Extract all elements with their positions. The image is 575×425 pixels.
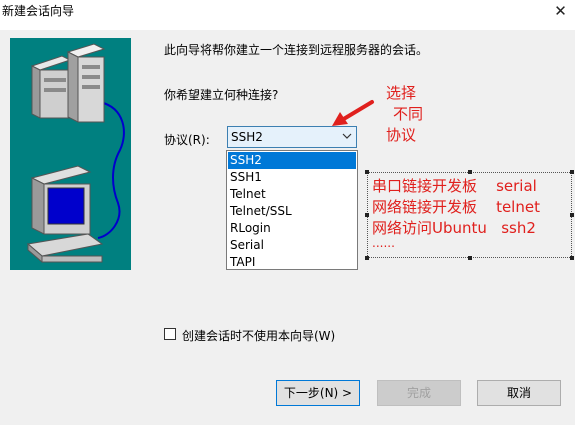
wizard-illustration-panel: [10, 38, 131, 270]
protocol-option-ssh1[interactable]: SSH1: [228, 169, 356, 186]
computer-network-icon: [26, 43, 125, 264]
title-bar: 新建会话向导 ✕: [0, 0, 575, 30]
annotation-note-line: 协议: [386, 126, 417, 144]
annotation-box-line: 网络访问Ubuntu ssh2: [372, 219, 536, 237]
resize-handle: [570, 170, 574, 174]
resize-handle: [365, 170, 369, 174]
close-icon[interactable]: ✕: [546, 0, 575, 22]
protocol-option-serial[interactable]: Serial: [228, 237, 356, 254]
protocol-selected-value: SSH2: [231, 130, 263, 144]
annotation-note-line: 选择: [386, 84, 417, 102]
next-button[interactable]: 下一步(N) >: [276, 380, 360, 406]
annotation-box-line: 串口链接开发板 serial: [372, 177, 537, 195]
resize-handle: [468, 170, 472, 174]
resize-handle: [570, 256, 574, 260]
cancel-button[interactable]: 取消: [477, 380, 561, 406]
protocol-option-telnet[interactable]: Telnet: [228, 186, 356, 203]
protocol-label: 协议(R):: [164, 133, 210, 147]
resize-handle: [365, 256, 369, 260]
protocol-option-telnet-ssl[interactable]: Telnet/SSL: [228, 203, 356, 220]
resize-handle: [365, 213, 369, 217]
protocol-option-ssh2[interactable]: SSH2: [228, 152, 356, 169]
annotation-box-line: 网络链接开发板 telnet: [372, 198, 540, 216]
intro-text: 此向导将帮你建立一个连接到远程服务器的会话。: [164, 43, 429, 57]
question-text: 你希望建立何种连接?: [164, 88, 279, 102]
protocol-option-rlogin[interactable]: RLogin: [228, 220, 356, 237]
annotation-arrow-icon: [332, 100, 374, 126]
window-title: 新建会话向导: [2, 4, 75, 18]
annotation-box-line: ......: [372, 236, 395, 250]
resize-handle: [570, 213, 574, 217]
resize-handle: [468, 256, 472, 260]
protocol-dropdown-list: SSH2 SSH1 Telnet Telnet/SSL RLogin Seria…: [226, 150, 358, 270]
skip-wizard-label[interactable]: 创建会话时不使用本向导(W): [182, 327, 335, 344]
annotation-note-line: 不同: [393, 105, 424, 123]
finish-button[interactable]: 完成: [377, 380, 461, 406]
skip-wizard-checkbox[interactable]: [164, 328, 176, 340]
protocol-option-tapi[interactable]: TAPI: [228, 254, 356, 271]
chevron-down-icon: [342, 133, 352, 139]
